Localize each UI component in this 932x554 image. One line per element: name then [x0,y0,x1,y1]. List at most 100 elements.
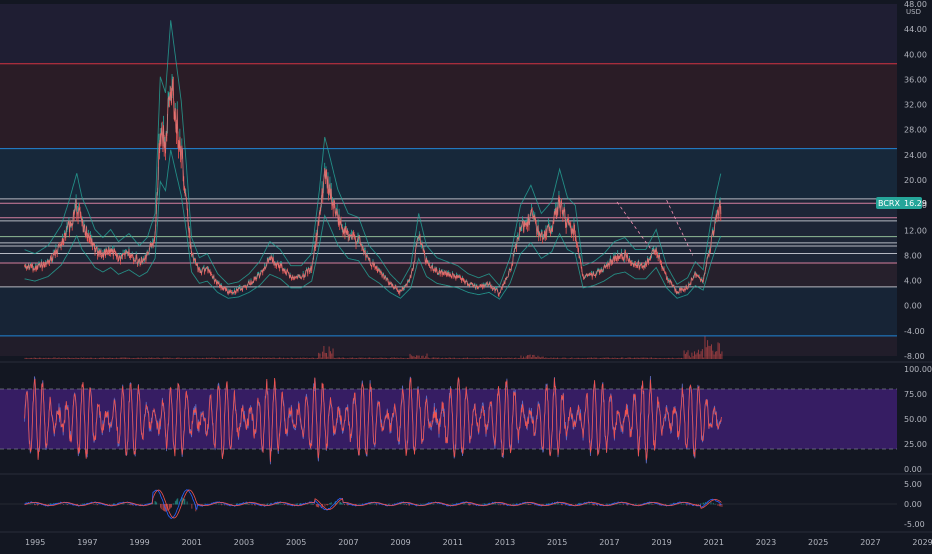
volume-bar [57,357,59,359]
volume-bar [156,357,158,359]
price-zone-2 [0,148,897,199]
volume-bar [191,357,193,359]
volume-bar [125,357,127,359]
volume-bar [435,357,437,359]
volume-bar [260,358,262,359]
volume-bar [122,357,124,359]
volume-bar [442,357,444,359]
time-tick-label: 2019 [651,538,671,547]
volume-bar [309,358,311,359]
macd-histogram-bar [651,504,653,505]
volume-bar [173,358,175,359]
volume-bar [425,356,427,359]
volume-bar [48,357,50,359]
macd-histogram-bar [542,504,544,505]
macd-histogram-bar [409,504,411,506]
volume-bar [466,357,468,359]
volume-bar [566,358,568,359]
macd-histogram-bar [127,503,129,505]
macd-histogram-bar [344,504,346,506]
volume-bar [61,357,63,359]
volume-bar [314,358,316,359]
macd-histogram-bar [593,504,595,506]
volume-bar [532,355,534,359]
macd-histogram-bar [123,503,125,505]
volume-bar [254,357,256,359]
macd-axis[interactable]: 5.00 0.00 -5.00 [904,480,925,529]
volume-bar [667,357,669,359]
volume-bar [664,358,666,359]
volume-bar [162,357,164,359]
volume-bar [340,358,342,359]
volume-bar [316,357,318,359]
volume-bar [609,358,611,359]
volume-bar [158,358,160,359]
volume-bar [408,358,410,359]
volume-bar [585,358,587,359]
chart-area[interactable]: 48.00 44.00 40.00 36.00 32.00 28.00 24.00 20.00… [0,0,932,550]
volume-bar [131,358,133,359]
volume-bar [590,357,592,359]
macd-histogram-bar [95,503,97,505]
volume-bar [571,357,573,359]
macd-histogram-bar [589,503,591,505]
volume-bar [258,357,260,359]
volume-bar [54,357,56,359]
volume-bar [151,357,153,359]
volume-bar [130,358,132,359]
volume-bar [671,357,673,359]
volume-bar [119,357,121,359]
volume-bar [624,358,626,359]
macd-histogram-bar [204,503,206,505]
volume-bar [669,358,671,359]
macd-histogram-bar [452,503,454,505]
volume-bar [37,358,39,359]
volume-bar [335,358,337,359]
time-tick-label: 2001 [182,538,202,547]
volume-bar [72,358,74,359]
volume-bar [263,357,265,359]
volume-bar [298,358,300,359]
volume-bar [212,357,214,359]
volume-bar [631,358,633,359]
price-zone-1 [0,63,897,149]
macd-histogram-bar [173,503,175,505]
volume-bar [417,355,419,359]
macd-histogram-bar [499,504,501,506]
volume-bar [545,357,547,359]
volume-bar [713,354,715,359]
volume-bar [49,357,51,359]
volume-bar [243,357,245,359]
volume-bar [80,357,82,359]
volume-bar [463,357,465,359]
volume-bar [549,358,551,359]
volume-bar [563,357,565,359]
volume-bar [605,357,607,359]
price-zone-0 [0,4,897,64]
macd-histogram-bar [463,503,465,505]
volume-bar [405,358,407,359]
volume-bar [699,354,701,359]
macd-histogram-bar [417,503,419,505]
volume-bar [418,355,420,359]
volume-bar [174,358,176,359]
volume-bar [379,357,381,359]
volume-bar [337,357,339,359]
volume-bar [155,358,157,359]
volume-bar [653,357,655,359]
price-tick-label: -8.00 [904,352,925,361]
volume-bar [370,357,372,359]
volume-bar [690,357,692,359]
volume-bar [392,357,394,359]
volume-bar [524,357,526,359]
volume-bar [42,357,44,359]
volume-bar [710,344,712,359]
price-zone-6 [0,335,897,356]
price-tick-label: 20.00 [904,176,927,185]
volume-bar [720,353,722,359]
volume-bar [41,358,43,359]
price-tick-label: -4.00 [904,327,925,336]
volume-bar [100,357,102,359]
volume-bar [149,357,151,359]
volume-bar [620,357,622,359]
